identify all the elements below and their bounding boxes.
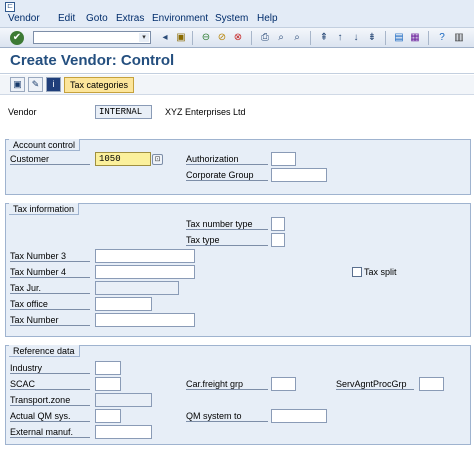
- industry-field[interactable]: [95, 361, 121, 375]
- menu-help[interactable]: Help: [257, 13, 278, 24]
- qm-system-to-field[interactable]: [271, 409, 327, 423]
- car-freight-grp-field[interactable]: [271, 377, 296, 391]
- vendor-name: XYZ Enterprises Ltd: [165, 107, 246, 117]
- back-icon[interactable]: ⊖: [199, 31, 213, 45]
- vendor-label: Vendor: [8, 107, 37, 117]
- corporate-group-field[interactable]: [271, 168, 327, 182]
- window-menu-icon[interactable]: ⊏: [5, 2, 15, 12]
- reference-data-title: Reference data: [9, 345, 80, 357]
- title-bar: Create Vendor: Control: [0, 48, 474, 74]
- tax-number-4-field[interactable]: [95, 265, 195, 279]
- tax-jur-label: Tax Jur.: [10, 283, 90, 294]
- qm-system-to-label: QM system to: [186, 411, 268, 422]
- tax-office-field[interactable]: [95, 297, 152, 311]
- page-title: Create Vendor: Control: [10, 52, 175, 69]
- info-icon[interactable]: i: [46, 77, 61, 92]
- external-manuf-field[interactable]: [95, 425, 152, 439]
- separator: [310, 31, 311, 45]
- cancel-icon[interactable]: ⊗: [231, 31, 245, 45]
- tax-information-title: Tax information: [9, 203, 80, 215]
- find-icon[interactable]: ⌕: [274, 31, 288, 45]
- separator: [428, 31, 429, 45]
- tax-number-label: Tax Number: [10, 315, 90, 326]
- save-icon[interactable]: ▣: [174, 31, 188, 45]
- account-control-title: Account control: [9, 139, 81, 151]
- tax-number-type-label: Tax number type: [186, 219, 268, 230]
- menu-bar: ⊏ Vendor Edit Goto Extras Environment Sy…: [0, 0, 474, 28]
- customer-label: Customer: [10, 154, 90, 165]
- first-page-icon[interactable]: ⇞: [317, 31, 331, 45]
- next-page-icon[interactable]: ↓: [349, 31, 363, 45]
- separator: [385, 31, 386, 45]
- account-control-group: Account control: [5, 139, 471, 195]
- tax-categories-button[interactable]: Tax categories: [64, 77, 135, 93]
- command-history-icon[interactable]: ▾: [139, 33, 149, 42]
- authorization-label: Authorization: [186, 154, 268, 165]
- tax-type-field[interactable]: [271, 233, 285, 247]
- tax-split-label: Tax split: [364, 267, 397, 277]
- menu-environment[interactable]: Environment: [152, 13, 208, 24]
- command-field[interactable]: ▾: [33, 31, 151, 44]
- vendor-field: INTERNAL: [95, 105, 152, 119]
- actual-qm-sys-label: Actual QM sys.: [10, 411, 90, 422]
- system-toolbar: ✔ ▾ ◂ ▣ ⊖ ⊘ ⊗ ⎙ ⌕ ⌕ ⇞ ↑ ↓ ⇟ ▤ ▦ ? ▥: [0, 28, 474, 48]
- tax-number-4-label: Tax Number 4: [10, 267, 90, 278]
- enter-icon[interactable]: ✔: [10, 31, 24, 45]
- new-session-icon[interactable]: ▤: [392, 31, 406, 45]
- tax-split-checkbox[interactable]: [352, 267, 362, 277]
- exit-icon[interactable]: ⊘: [215, 31, 229, 45]
- serv-agnt-proc-grp-label: ServAgntProcGrp: [336, 379, 414, 390]
- tax-type-label: Tax type: [186, 235, 268, 246]
- menu-vendor[interactable]: Vendor: [8, 13, 40, 24]
- tax-number-field[interactable]: [95, 313, 195, 327]
- actual-qm-sys-field[interactable]: [95, 409, 121, 423]
- shortcut-icon[interactable]: ▦: [408, 31, 422, 45]
- separator: [251, 31, 252, 45]
- tax-number-3-field[interactable]: [95, 249, 195, 263]
- serv-agnt-proc-grp-field[interactable]: [419, 377, 444, 391]
- menu-goto[interactable]: Goto: [86, 13, 108, 24]
- other-vendor-icon[interactable]: ▣: [10, 77, 25, 92]
- prev-page-icon[interactable]: ↑: [333, 31, 347, 45]
- corporate-group-label: Corporate Group: [186, 170, 268, 181]
- transport-zone-label: Transport.zone: [10, 395, 90, 406]
- separator: [192, 31, 193, 45]
- tax-number-3-label: Tax Number 3: [10, 251, 90, 262]
- value-help-icon[interactable]: ⊡: [152, 154, 163, 165]
- external-manuf-label: External manuf.: [10, 427, 90, 438]
- menu-extras[interactable]: Extras: [116, 13, 144, 24]
- menu-edit[interactable]: Edit: [58, 13, 75, 24]
- tax-jur-field: [95, 281, 179, 295]
- help-icon[interactable]: ?: [435, 31, 449, 45]
- authorization-field[interactable]: [271, 152, 296, 166]
- tax-office-label: Tax office: [10, 299, 90, 310]
- find-next-icon[interactable]: ⌕: [290, 31, 304, 45]
- display-change-icon[interactable]: ✎: [28, 77, 43, 92]
- last-page-icon[interactable]: ⇟: [365, 31, 379, 45]
- car-freight-grp-label: Car.freight grp: [186, 379, 268, 390]
- menu-system[interactable]: System: [215, 13, 248, 24]
- layout-icon[interactable]: ▥: [452, 31, 466, 45]
- scac-field[interactable]: [95, 377, 121, 391]
- application-toolbar: ▣ ✎ i Tax categories: [0, 75, 474, 95]
- industry-label: Industry: [10, 363, 90, 374]
- collapse-icon[interactable]: ◂: [158, 31, 172, 45]
- transport-zone-field: [95, 393, 152, 407]
- scac-label: SCAC: [10, 379, 90, 390]
- customer-field[interactable]: 1050: [95, 152, 151, 166]
- tax-number-type-field[interactable]: [271, 217, 285, 231]
- print-icon[interactable]: ⎙: [258, 31, 272, 45]
